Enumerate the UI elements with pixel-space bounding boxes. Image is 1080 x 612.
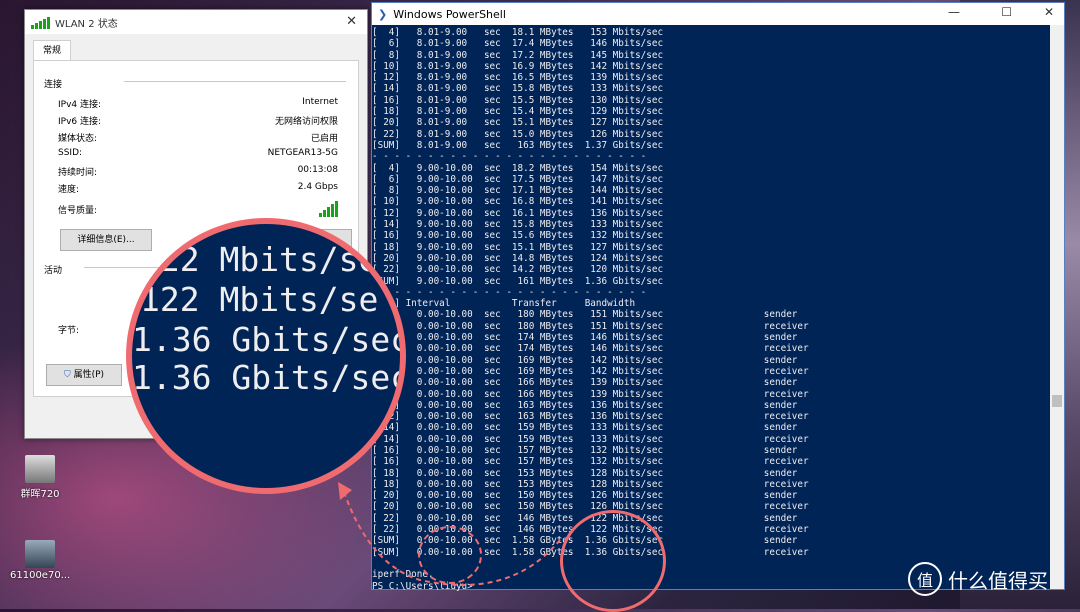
zoom-line: 122 Mbits/se bbox=[140, 280, 379, 319]
wifi-signal-icon bbox=[31, 15, 50, 29]
desktop-icon-label: 群晖720 bbox=[20, 489, 60, 500]
row-value: 已启用 bbox=[310, 134, 338, 144]
minimize-icon[interactable]: — bbox=[948, 5, 960, 19]
desktop-icon-file[interactable]: 61100e70... bbox=[10, 540, 70, 581]
dialog-titlebar: WLAN 2 状态 ✕ bbox=[25, 10, 367, 34]
divider bbox=[124, 81, 346, 82]
powershell-icon: ❯ bbox=[378, 7, 388, 21]
scrollbar[interactable] bbox=[1050, 25, 1064, 589]
info-row: 持续时间: 00:13:08 bbox=[58, 165, 338, 178]
watermark-text: 什么值得买 bbox=[948, 568, 1048, 593]
magnifier-callout: 122 Mbits/se 122 Mbits/se 1.36 Gbits/sec… bbox=[126, 218, 406, 494]
info-row: SSID: NETGEAR13-5G bbox=[58, 148, 338, 158]
close-icon[interactable]: ✕ bbox=[1044, 5, 1054, 19]
details-button[interactable]: 详细信息(E)... bbox=[60, 229, 152, 251]
nas-icon bbox=[25, 455, 55, 483]
powershell-titlebar: ❯ Windows PowerShell — ☐ ✕ bbox=[372, 3, 1064, 25]
powershell-title: Windows PowerShell bbox=[393, 7, 506, 21]
section-activity: 活动 bbox=[44, 266, 63, 276]
maximize-icon[interactable]: ☐ bbox=[1001, 5, 1012, 19]
row-label: 速度: bbox=[58, 185, 80, 195]
info-row: IPv4 连接: Internet bbox=[58, 97, 338, 110]
desktop-icon-nas[interactable]: 群晖720 bbox=[18, 455, 62, 500]
row-value: 无网络访问权限 bbox=[274, 117, 338, 127]
shield-icon: ⛉ bbox=[63, 370, 71, 380]
connector-arrow bbox=[338, 482, 561, 586]
row-value: 00:13:08 bbox=[297, 165, 338, 175]
row-label: IPv4 连接: bbox=[58, 100, 102, 110]
desktop-icon-label: 61100e70... bbox=[10, 570, 71, 581]
tab-general[interactable]: 常规 bbox=[33, 40, 71, 61]
bytes-label: 字节: bbox=[58, 326, 80, 336]
watermark-logo: 值 bbox=[908, 562, 942, 596]
row-value: Internet bbox=[302, 97, 338, 107]
signal-strength-icon bbox=[319, 201, 338, 217]
row-label: SSID: bbox=[58, 148, 83, 158]
zoom-line: 1.36 Gbits/sec bbox=[132, 320, 406, 359]
row-label: 持续时间: bbox=[58, 168, 98, 178]
info-row: 速度: 2.4 Gbps bbox=[58, 182, 338, 195]
close-icon[interactable]: ✕ bbox=[346, 14, 357, 29]
signal-row: 信号质量: bbox=[58, 201, 338, 217]
properties-label: 属性(P) bbox=[73, 370, 105, 380]
zoom-line: 1.36 Gbits/sec bbox=[132, 358, 406, 397]
info-row: IPv6 连接: 无网络访问权限 bbox=[58, 114, 338, 127]
info-row: 媒体状态: 已启用 bbox=[58, 131, 338, 144]
scrollbar-thumb[interactable] bbox=[1052, 395, 1062, 407]
file-icon bbox=[25, 540, 55, 568]
watermark: 值 什么值得买 bbox=[908, 562, 1048, 596]
row-label: IPv6 连接: bbox=[58, 117, 102, 127]
row-label: 媒体状态: bbox=[58, 134, 98, 144]
dialog-title: WLAN 2 状态 bbox=[55, 18, 118, 30]
signal-label: 信号质量: bbox=[58, 206, 98, 216]
row-value: 2.4 Gbps bbox=[297, 182, 338, 192]
row-value: NETGEAR13-5G bbox=[267, 148, 338, 158]
properties-button[interactable]: ⛉ 属性(P) bbox=[46, 364, 122, 386]
zoom-line: 122 Mbits/se bbox=[140, 240, 379, 279]
section-connection: 连接 bbox=[44, 80, 63, 90]
